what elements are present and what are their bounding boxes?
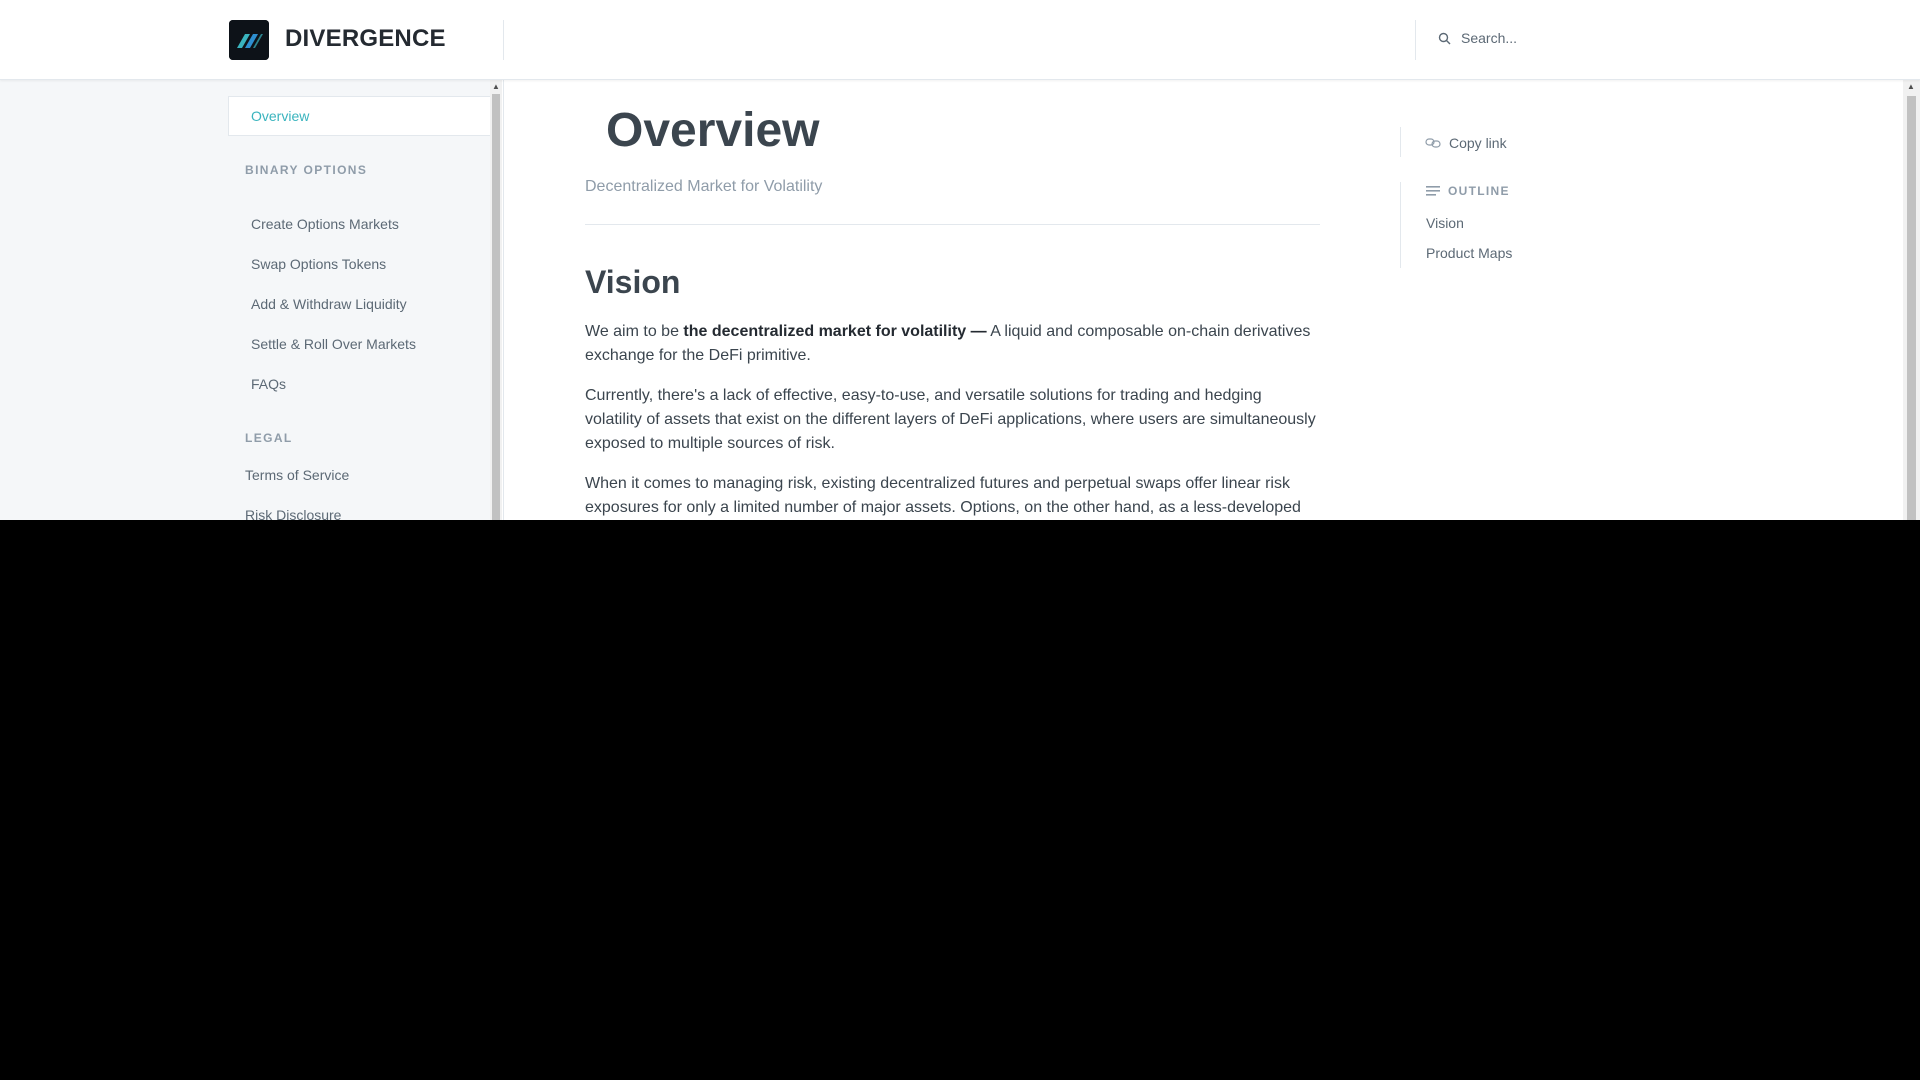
paragraph-text: We aim to be: [585, 323, 684, 340]
sidebar-item-create-options-markets[interactable]: Create Options Markets: [251, 216, 399, 232]
rail-divider: [1400, 127, 1401, 157]
outline-heading: OUTLINE: [1426, 184, 1510, 198]
search-icon: [1438, 32, 1451, 44]
divergence-logo-icon: [229, 20, 269, 60]
sidebar-item-settle-roll-over-markets[interactable]: Settle & Roll Over Markets: [251, 336, 416, 352]
outline-item-vision[interactable]: Vision: [1426, 215, 1464, 231]
outline-heading-label: OUTLINE: [1448, 184, 1510, 198]
sidebar-item-risk-disclosure[interactable]: Risk Disclosure: [245, 507, 341, 520]
page-scroll-thumb[interactable]: [1907, 96, 1916, 520]
title-divider: [585, 224, 1320, 225]
sidebar-item-faqs[interactable]: FAQs: [251, 376, 286, 392]
top-header: DIVERGENCE: [0, 0, 1920, 80]
header-divider: [503, 20, 504, 60]
sidebar-scroll-thumb[interactable]: [492, 94, 500, 520]
sidebar: Overview BINARY OPTIONS Create Options M…: [228, 80, 492, 520]
sidebar-item-overview[interactable]: Overview: [228, 96, 490, 136]
link-icon: [1425, 138, 1441, 148]
search-input[interactable]: [1461, 30, 1661, 46]
copy-link-button[interactable]: Copy link: [1425, 135, 1507, 151]
search-box[interactable]: [1438, 30, 1661, 46]
content-divider: [503, 80, 504, 520]
sidebar-scrollbar[interactable]: ▲: [490, 80, 502, 520]
copy-link-label: Copy link: [1449, 135, 1507, 151]
outline-item-product-maps[interactable]: Product Maps: [1426, 245, 1512, 261]
sidebar-item-terms-of-service[interactable]: Terms of Service: [245, 467, 349, 483]
brand-name[interactable]: DIVERGENCE: [285, 25, 446, 53]
rail-divider: [1400, 182, 1401, 268]
page-subtitle: Decentralized Market for Volatility: [585, 178, 823, 195]
sidebar-heading-binary-options: BINARY OPTIONS: [245, 163, 368, 177]
scroll-up-arrow-icon[interactable]: ▲: [1907, 83, 1915, 91]
paragraph-vision-intro: We aim to be the decentralized market fo…: [585, 320, 1320, 368]
sidebar-item-add-withdraw-liquidity[interactable]: Add & Withdraw Liquidity: [251, 296, 407, 312]
page-scrollbar[interactable]: ▲: [1903, 80, 1920, 520]
paragraph-bold-text: the decentralized market for volatility …: [683, 323, 987, 340]
sidebar-item-swap-options-tokens[interactable]: Swap Options Tokens: [251, 256, 386, 272]
page-title: Overview: [606, 104, 820, 157]
app-window: DIVERGENCE Overview BINARY OPTIONS Creat…: [0, 0, 1920, 520]
section-heading-vision: Vision: [585, 264, 681, 300]
list-icon: [1426, 186, 1440, 196]
scroll-up-arrow-icon[interactable]: ▲: [492, 83, 500, 91]
paragraph-risk-management: When it comes to managing risk, existing…: [585, 475, 1301, 516]
paragraph-current-state: Currently, there's a lack of effective, …: [585, 387, 1316, 452]
header-divider: [1415, 20, 1416, 60]
brand-logo[interactable]: [229, 20, 269, 60]
sidebar-heading-legal: LEGAL: [245, 431, 293, 445]
